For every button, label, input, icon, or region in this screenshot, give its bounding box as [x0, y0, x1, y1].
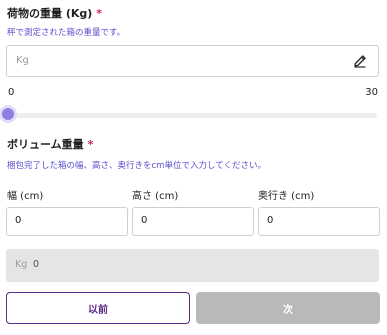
slider-min-label: 0	[8, 87, 15, 98]
weight-title-text: 荷物の重量 (Kg)	[7, 7, 93, 20]
pencil-icon[interactable]	[352, 53, 368, 69]
result-unit: Kg	[15, 259, 28, 270]
weight-section-title: 荷物の重量 (Kg) *	[7, 7, 102, 21]
result-value: 0	[33, 259, 40, 270]
volume-section-title: ボリューム重量 *	[7, 138, 93, 152]
weight-input[interactable]: Kg	[6, 45, 379, 77]
weight-input-placeholder: Kg	[16, 55, 29, 66]
width-input-value: 0	[15, 215, 22, 226]
height-input-value: 0	[141, 215, 148, 226]
volumetric-weight-result: Kg 0	[6, 249, 379, 282]
depth-input-value: 0	[267, 215, 274, 226]
slider-max-label: 30	[365, 87, 378, 98]
shipping-form: 荷物の重量 (Kg) * 秤で測定された箱の重量です。 Kg 0 30 ボリューム…	[0, 0, 387, 335]
depth-input[interactable]: 0	[258, 207, 380, 236]
weight-slider-thumb[interactable]	[2, 108, 14, 120]
weight-hint: 秤で測定された箱の重量です。	[7, 28, 126, 38]
weight-slider-track[interactable]	[8, 113, 377, 118]
width-input[interactable]: 0	[6, 207, 128, 236]
required-marker: *	[96, 7, 103, 20]
next-button[interactable]: 次	[196, 292, 380, 324]
depth-label: 奥行き (cm)	[258, 191, 315, 202]
volume-title-text: ボリューム重量	[7, 138, 84, 151]
volume-hint: 梱包完了した箱の幅、高さ、奥行きをcm単位で入力してください。	[7, 161, 266, 171]
previous-button[interactable]: 以前	[6, 292, 190, 324]
height-label: 高さ (cm)	[132, 191, 179, 202]
height-input[interactable]: 0	[132, 207, 254, 236]
required-marker: *	[87, 138, 94, 151]
width-label: 幅 (cm)	[7, 191, 44, 202]
